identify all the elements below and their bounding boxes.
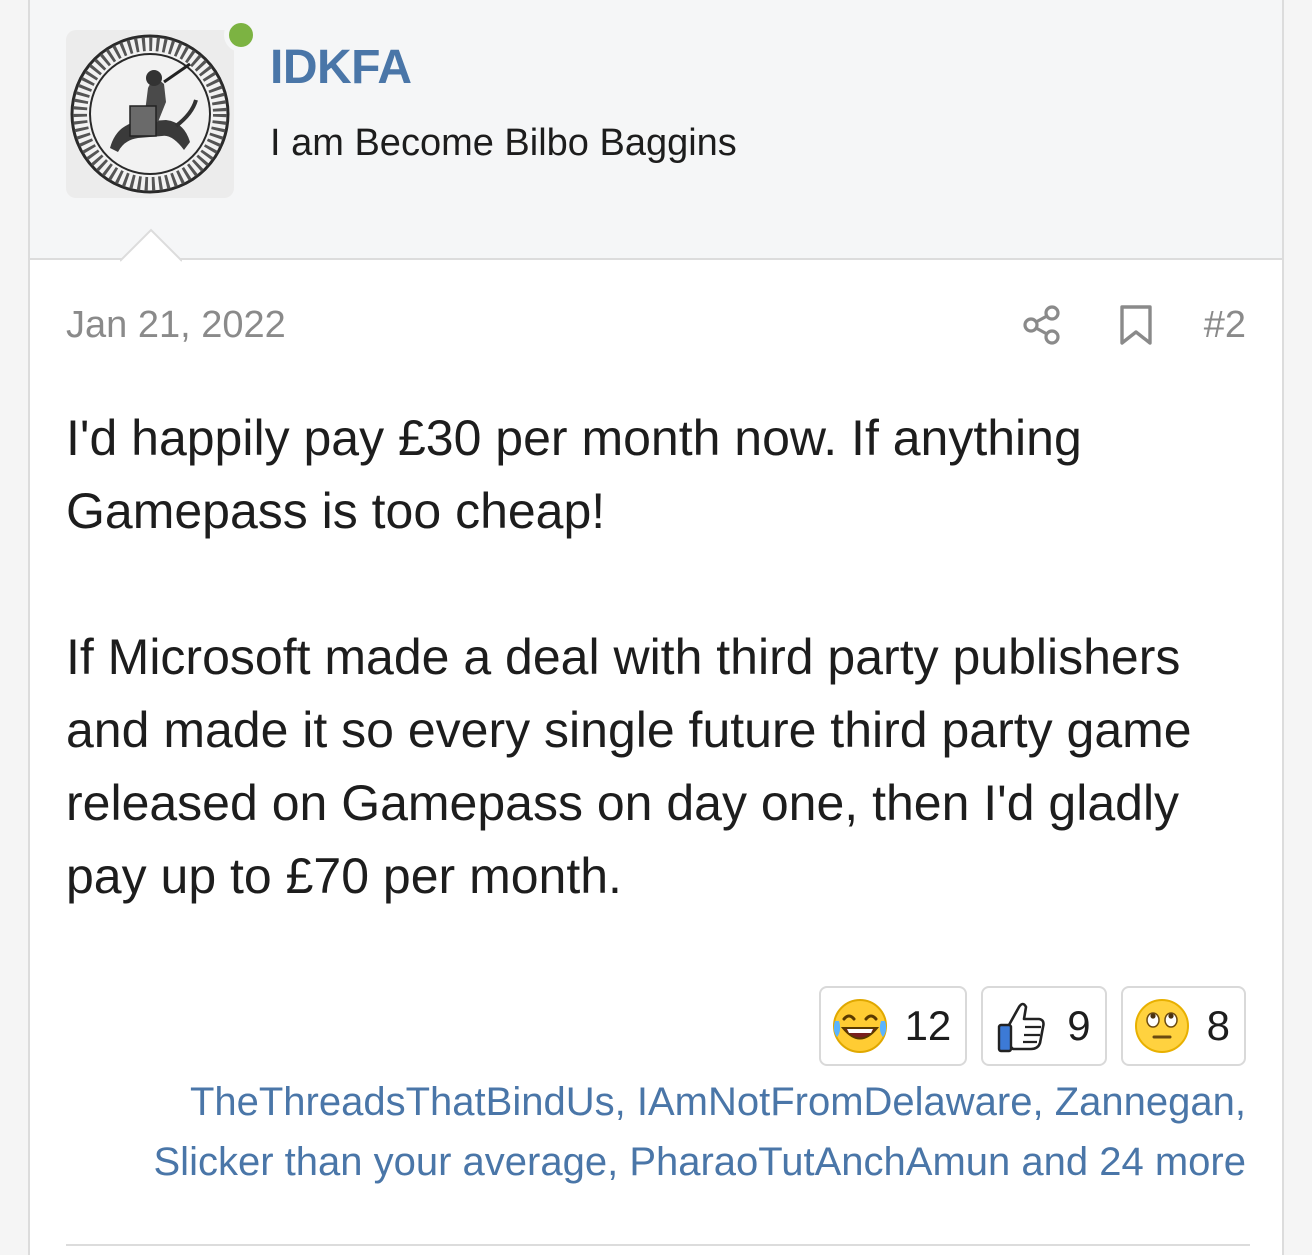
user-header: IDKFA I am Become Bilbo Baggins bbox=[30, 0, 1282, 262]
reactor-separator: , bbox=[1032, 1080, 1055, 1124]
reactors-list: TheThreadsThatBindUs, IAmNotFromDelaware… bbox=[96, 1072, 1247, 1192]
user-title: I am Become Bilbo Baggins bbox=[270, 122, 737, 164]
reactor-separator: , bbox=[1234, 1080, 1246, 1124]
reactor-separator: , bbox=[614, 1080, 637, 1124]
post-actions: #2 bbox=[1018, 300, 1246, 350]
post-body: I'd happily pay £30 per month now. If an… bbox=[66, 402, 1246, 913]
reaction-like[interactable]: 9 bbox=[981, 986, 1107, 1066]
header-caret bbox=[120, 228, 182, 262]
reactors-more-link[interactable]: 24 more bbox=[1099, 1140, 1246, 1184]
bookmark-icon bbox=[1120, 305, 1152, 345]
share-button[interactable] bbox=[1018, 301, 1066, 349]
reaction-count: 8 bbox=[1206, 1002, 1230, 1049]
thumbs-up-icon bbox=[998, 1002, 1046, 1053]
username-link[interactable]: IDKFA bbox=[270, 40, 412, 95]
reaction-count: 9 bbox=[1067, 1002, 1091, 1049]
reaction-eye-roll[interactable]: 8 bbox=[1120, 986, 1246, 1066]
seal-avatar-icon bbox=[70, 34, 230, 194]
reaction-laughing[interactable]: 12 bbox=[818, 986, 968, 1066]
reactor-link[interactable]: IAmNotFromDelaware bbox=[637, 1080, 1033, 1124]
reactor-link[interactable]: Zannegan bbox=[1055, 1080, 1235, 1124]
bookmark-button[interactable] bbox=[1112, 301, 1160, 349]
reactor-separator: , bbox=[607, 1140, 630, 1184]
reactor-and: and bbox=[1010, 1140, 1100, 1184]
reactions-bar: 12 9 8 bbox=[818, 986, 1246, 1066]
reactor-link[interactable]: PharaoTutAnchAmun bbox=[629, 1140, 1010, 1184]
post-container: IDKFA I am Become Bilbo Baggins Jan 21, … bbox=[28, 0, 1284, 1255]
online-status-indicator bbox=[224, 18, 258, 52]
post-date-link[interactable]: Jan 21, 2022 bbox=[66, 304, 286, 347]
reactor-link[interactable]: Slicker than your average bbox=[154, 1140, 608, 1184]
reaction-count: 12 bbox=[904, 1002, 952, 1049]
share-icon bbox=[1023, 305, 1060, 345]
post-paragraph: I'd happily pay £30 per month now. If an… bbox=[66, 410, 1082, 539]
post-paragraph: If Microsoft made a deal with third part… bbox=[66, 629, 1192, 904]
reactor-link[interactable]: TheThreadsThatBindUs bbox=[190, 1080, 615, 1124]
post-footer-divider bbox=[66, 1244, 1250, 1246]
laughing-emoji-icon bbox=[832, 999, 887, 1053]
eye-roll-emoji-icon bbox=[1134, 999, 1189, 1053]
post-number-link[interactable]: #2 bbox=[1204, 304, 1246, 347]
avatar[interactable] bbox=[66, 30, 234, 198]
